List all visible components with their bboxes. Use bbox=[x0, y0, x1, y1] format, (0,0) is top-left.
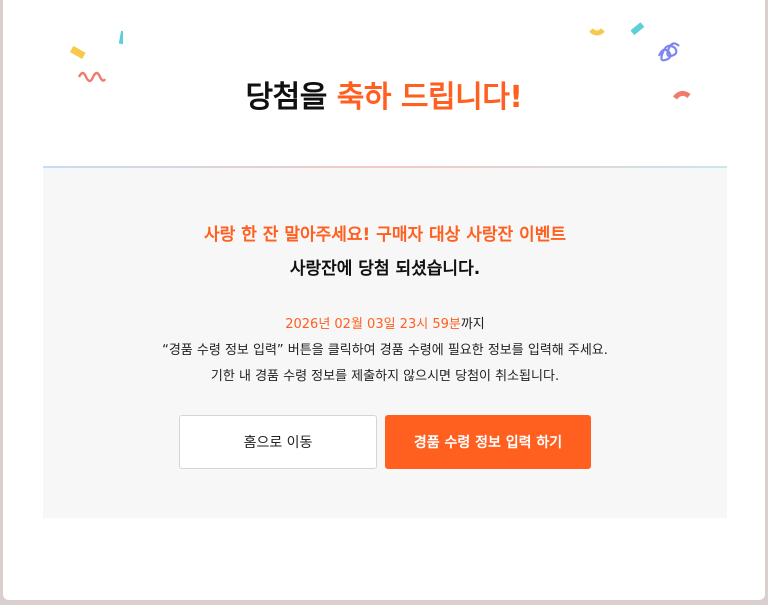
title-plain: 당첨을 bbox=[245, 80, 328, 115]
notice-text: 2026년 02월 03일 23시 59분까지 “경품 수령 정보 입력” 버튼… bbox=[43, 312, 727, 390]
result-panel: 사랑 한 잔 말아주세요! 구매자 대상 사랑잔 이벤트 사랑잔에 당첨 되셨습… bbox=[43, 168, 727, 518]
event-name: 사랑 한 잔 말아주세요! 구매자 대상 사랑잔 이벤트 bbox=[204, 225, 566, 245]
home-button[interactable]: 홈으로 이동 bbox=[179, 415, 377, 469]
instruction-line-1: “경품 수령 정보 입력” 버튼을 클릭하여 경품 수령에 필요한 정보를 입력… bbox=[162, 343, 608, 358]
title-accent: 축하 드립니다! bbox=[336, 80, 523, 115]
instruction-line-2: 기한 내 경품 수령 정보를 제출하지 않으시면 당첨이 취소됩니다. bbox=[210, 369, 560, 384]
deadline-value: 2026년 02월 03일 23시 59분 bbox=[285, 317, 461, 332]
home-button-label: 홈으로 이동 bbox=[243, 435, 313, 451]
win-dialog: 당첨을 축하 드립니다! 사랑 한 잔 말아주세요! 구매자 대상 사랑잔 이벤… bbox=[3, 0, 765, 600]
deadline-suffix: 까지 bbox=[460, 317, 485, 332]
page-title: 당첨을 축하 드립니다! bbox=[3, 72, 765, 116]
enter-prize-info-label: 경품 수령 정보 입력 하기 bbox=[413, 435, 563, 451]
won-message: 사랑잔에 당첨 되셨습니다. bbox=[289, 259, 481, 279]
deadline-line: 2026년 02월 03일 23시 59분까지 bbox=[43, 312, 727, 338]
enter-prize-info-button[interactable]: 경품 수령 정보 입력 하기 bbox=[385, 415, 591, 469]
